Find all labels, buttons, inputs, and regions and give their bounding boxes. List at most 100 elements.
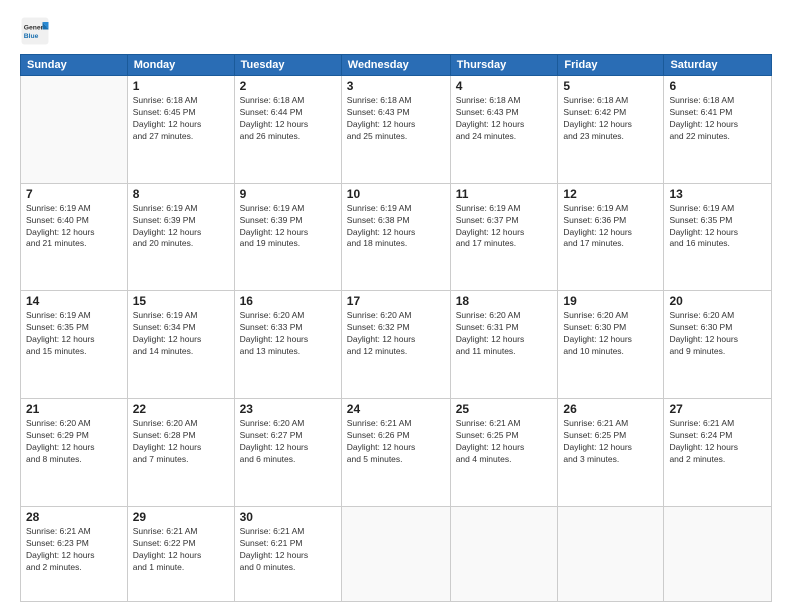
day-info: Sunrise: 6:18 AM Sunset: 6:43 PM Dayligh…: [456, 95, 553, 143]
calendar-cell: 6 Sunrise: 6:18 AM Sunset: 6:41 PM Daylig…: [664, 76, 772, 184]
logo-icon: General Blue: [20, 16, 50, 46]
calendar-week-row: 21 Sunrise: 6:20 AM Sunset: 6:29 PM Dayli…: [21, 399, 772, 507]
day-info: Sunrise: 6:20 AM Sunset: 6:27 PM Dayligh…: [240, 418, 336, 466]
calendar-week-row: 14 Sunrise: 6:19 AM Sunset: 6:35 PM Dayli…: [21, 291, 772, 399]
day-number: 25: [456, 402, 553, 416]
calendar-cell: 23 Sunrise: 6:20 AM Sunset: 6:27 PM Dayli…: [234, 399, 341, 507]
calendar-week-row: 7 Sunrise: 6:19 AM Sunset: 6:40 PM Daylig…: [21, 183, 772, 291]
svg-text:Blue: Blue: [24, 33, 39, 40]
calendar-cell: 1 Sunrise: 6:18 AM Sunset: 6:45 PM Daylig…: [127, 76, 234, 184]
day-info: Sunrise: 6:19 AM Sunset: 6:40 PM Dayligh…: [26, 203, 122, 251]
calendar-header-monday: Monday: [127, 55, 234, 76]
calendar-cell: 7 Sunrise: 6:19 AM Sunset: 6:40 PM Daylig…: [21, 183, 128, 291]
day-number: 13: [669, 187, 766, 201]
calendar-cell: 15 Sunrise: 6:19 AM Sunset: 6:34 PM Dayli…: [127, 291, 234, 399]
calendar-cell: [341, 506, 450, 601]
day-info: Sunrise: 6:21 AM Sunset: 6:26 PM Dayligh…: [347, 418, 445, 466]
calendar-week-row: 28Sunrise: 6:21 AM Sunset: 6:23 PM Dayli…: [21, 506, 772, 601]
day-info: Sunrise: 6:20 AM Sunset: 6:28 PM Dayligh…: [133, 418, 229, 466]
calendar-cell: 24 Sunrise: 6:21 AM Sunset: 6:26 PM Dayli…: [341, 399, 450, 507]
calendar-cell: 3 Sunrise: 6:18 AM Sunset: 6:43 PM Daylig…: [341, 76, 450, 184]
calendar-cell: [21, 76, 128, 184]
calendar-cell: 4Sunrise: 6:18 AM Sunset: 6:43 PM Daylig…: [450, 76, 558, 184]
calendar-cell: 14 Sunrise: 6:19 AM Sunset: 6:35 PM Dayli…: [21, 291, 128, 399]
day-info: Sunrise: 6:19 AM Sunset: 6:35 PM Dayligh…: [26, 310, 122, 358]
day-info: Sunrise: 6:19 AM Sunset: 6:35 PM Dayligh…: [669, 203, 766, 251]
day-info: Sunrise: 6:21 AM Sunset: 6:23 PM Dayligh…: [26, 526, 122, 574]
day-info: Sunrise: 6:21 AM Sunset: 6:25 PM Dayligh…: [456, 418, 553, 466]
day-number: 2: [240, 79, 336, 93]
day-info: Sunrise: 6:19 AM Sunset: 6:39 PM Dayligh…: [240, 203, 336, 251]
calendar-cell: 18 Sunrise: 6:20 AM Sunset: 6:31 PM Dayli…: [450, 291, 558, 399]
page: General Blue SundayMondayTuesdayWednesda…: [0, 0, 792, 612]
day-number: 18: [456, 294, 553, 308]
calendar-cell: 20Sunrise: 6:20 AM Sunset: 6:30 PM Dayli…: [664, 291, 772, 399]
day-number: 12: [563, 187, 658, 201]
day-info: Sunrise: 6:18 AM Sunset: 6:42 PM Dayligh…: [563, 95, 658, 143]
day-info: Sunrise: 6:18 AM Sunset: 6:45 PM Dayligh…: [133, 95, 229, 143]
day-info: Sunrise: 6:21 AM Sunset: 6:25 PM Dayligh…: [563, 418, 658, 466]
calendar-cell: 28Sunrise: 6:21 AM Sunset: 6:23 PM Dayli…: [21, 506, 128, 601]
day-info: Sunrise: 6:19 AM Sunset: 6:39 PM Dayligh…: [133, 203, 229, 251]
day-number: 14: [26, 294, 122, 308]
calendar-header-friday: Friday: [558, 55, 664, 76]
day-number: 6: [669, 79, 766, 93]
day-info: Sunrise: 6:20 AM Sunset: 6:32 PM Dayligh…: [347, 310, 445, 358]
day-number: 5: [563, 79, 658, 93]
day-info: Sunrise: 6:20 AM Sunset: 6:29 PM Dayligh…: [26, 418, 122, 466]
day-info: Sunrise: 6:18 AM Sunset: 6:44 PM Dayligh…: [240, 95, 336, 143]
calendar-cell: 30 Sunrise: 6:21 AM Sunset: 6:21 PM Dayli…: [234, 506, 341, 601]
calendar-cell: [558, 506, 664, 601]
day-number: 10: [347, 187, 445, 201]
day-number: 30: [240, 510, 336, 524]
calendar-table: SundayMondayTuesdayWednesdayThursdayFrid…: [20, 54, 772, 602]
day-number: 19: [563, 294, 658, 308]
day-number: 29: [133, 510, 229, 524]
day-number: 7: [26, 187, 122, 201]
day-number: 9: [240, 187, 336, 201]
calendar-header-saturday: Saturday: [664, 55, 772, 76]
day-info: Sunrise: 6:21 AM Sunset: 6:22 PM Dayligh…: [133, 526, 229, 574]
day-number: 24: [347, 402, 445, 416]
day-info: Sunrise: 6:18 AM Sunset: 6:41 PM Dayligh…: [669, 95, 766, 143]
calendar-cell: 16Sunrise: 6:20 AM Sunset: 6:33 PM Dayli…: [234, 291, 341, 399]
calendar-cell: 9 Sunrise: 6:19 AM Sunset: 6:39 PM Daylig…: [234, 183, 341, 291]
day-number: 23: [240, 402, 336, 416]
day-number: 15: [133, 294, 229, 308]
calendar-cell: 10 Sunrise: 6:19 AM Sunset: 6:38 PM Dayli…: [341, 183, 450, 291]
calendar-cell: [664, 506, 772, 601]
day-number: 1: [133, 79, 229, 93]
calendar-cell: 13 Sunrise: 6:19 AM Sunset: 6:35 PM Dayli…: [664, 183, 772, 291]
day-number: 27: [669, 402, 766, 416]
calendar-cell: 22Sunrise: 6:20 AM Sunset: 6:28 PM Dayli…: [127, 399, 234, 507]
logo: General Blue: [20, 16, 54, 46]
calendar-cell: 27 Sunrise: 6:21 AM Sunset: 6:24 PM Dayli…: [664, 399, 772, 507]
day-info: Sunrise: 6:19 AM Sunset: 6:37 PM Dayligh…: [456, 203, 553, 251]
calendar-header-tuesday: Tuesday: [234, 55, 341, 76]
calendar-cell: 17 Sunrise: 6:20 AM Sunset: 6:32 PM Dayli…: [341, 291, 450, 399]
day-info: Sunrise: 6:20 AM Sunset: 6:31 PM Dayligh…: [456, 310, 553, 358]
calendar-cell: 5 Sunrise: 6:18 AM Sunset: 6:42 PM Daylig…: [558, 76, 664, 184]
day-number: 26: [563, 402, 658, 416]
day-info: Sunrise: 6:18 AM Sunset: 6:43 PM Dayligh…: [347, 95, 445, 143]
day-info: Sunrise: 6:19 AM Sunset: 6:36 PM Dayligh…: [563, 203, 658, 251]
day-info: Sunrise: 6:19 AM Sunset: 6:38 PM Dayligh…: [347, 203, 445, 251]
calendar-cell: 8 Sunrise: 6:19 AM Sunset: 6:39 PM Daylig…: [127, 183, 234, 291]
calendar-header-row: SundayMondayTuesdayWednesdayThursdayFrid…: [21, 55, 772, 76]
calendar-week-row: 1 Sunrise: 6:18 AM Sunset: 6:45 PM Daylig…: [21, 76, 772, 184]
calendar-cell: 21 Sunrise: 6:20 AM Sunset: 6:29 PM Dayli…: [21, 399, 128, 507]
day-number: 11: [456, 187, 553, 201]
calendar-header-sunday: Sunday: [21, 55, 128, 76]
day-info: Sunrise: 6:20 AM Sunset: 6:30 PM Dayligh…: [563, 310, 658, 358]
calendar-cell: 26 Sunrise: 6:21 AM Sunset: 6:25 PM Dayli…: [558, 399, 664, 507]
day-info: Sunrise: 6:21 AM Sunset: 6:24 PM Dayligh…: [669, 418, 766, 466]
day-number: 8: [133, 187, 229, 201]
day-info: Sunrise: 6:19 AM Sunset: 6:34 PM Dayligh…: [133, 310, 229, 358]
calendar-cell: [450, 506, 558, 601]
day-info: Sunrise: 6:21 AM Sunset: 6:21 PM Dayligh…: [240, 526, 336, 574]
day-number: 3: [347, 79, 445, 93]
day-number: 21: [26, 402, 122, 416]
calendar-cell: 2 Sunrise: 6:18 AM Sunset: 6:44 PM Daylig…: [234, 76, 341, 184]
day-info: Sunrise: 6:20 AM Sunset: 6:30 PM Dayligh…: [669, 310, 766, 358]
day-number: 17: [347, 294, 445, 308]
